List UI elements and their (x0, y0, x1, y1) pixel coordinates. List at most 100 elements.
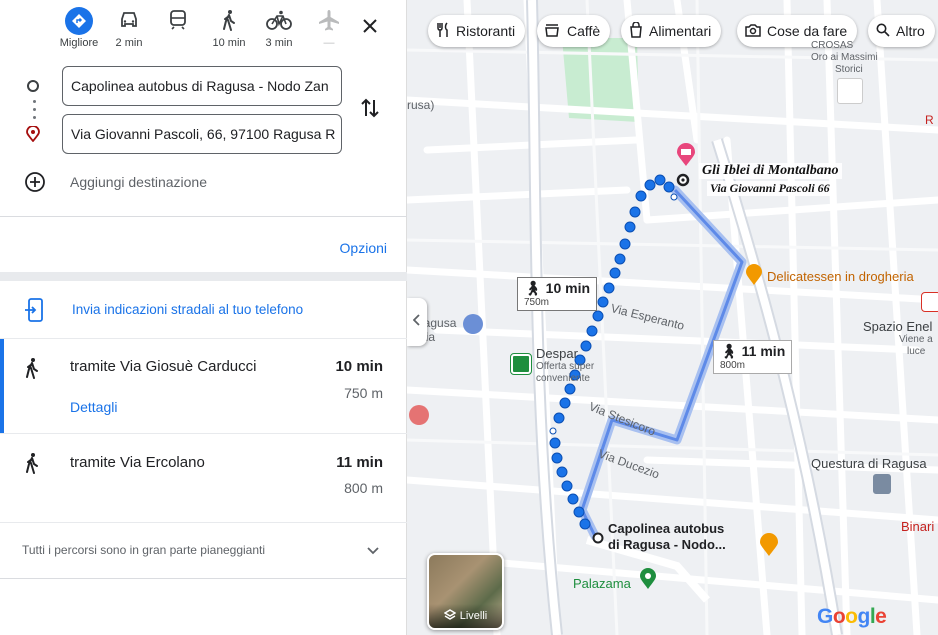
options-link[interactable]: Opzioni (340, 240, 387, 256)
mode-car-label: 2 min (115, 37, 143, 49)
poi-despar: Despar (536, 346, 578, 361)
food-pin-icon[interactable] (745, 264, 763, 286)
walk-route-bubble-1[interactable]: 🚶︎ 10 min 750m (517, 277, 598, 311)
mode-walk-label: 10 min (212, 37, 246, 49)
chip-label: Alimentari (649, 23, 712, 39)
grocery-bag-icon (629, 20, 643, 41)
walk-icon (24, 452, 44, 474)
poi-despar-sub1: Offerta super (536, 361, 595, 372)
place-pin-icon[interactable] (639, 568, 657, 590)
chip-label: Caffè (567, 23, 601, 39)
bubble-time: 11 min (741, 343, 786, 359)
destination-pin-icon (26, 125, 40, 147)
restaurant-pin-icon[interactable] (409, 405, 429, 425)
route-option-1[interactable]: tramite Via Giosuè Carducci 10 min 750 m… (0, 339, 407, 434)
chip-groceries[interactable]: Alimentari (621, 15, 722, 47)
bubble-distance: 800m (720, 360, 746, 371)
search-icon (876, 23, 890, 40)
car-icon (119, 11, 139, 32)
poi-despar-sub2: conveniente (536, 373, 590, 384)
mode-car[interactable]: 2 min (109, 6, 149, 50)
route-time: 10 min (335, 358, 383, 375)
poi-oro-3: Storici (835, 64, 863, 75)
chip-cafes[interactable]: Caffè (537, 15, 611, 47)
mode-flight[interactable]: — (309, 6, 349, 50)
poi-delicatessen: Delicatessen in drogheria (767, 269, 914, 284)
poi-rusa: rusa) (407, 98, 435, 112)
route-title: tramite Via Ercolano (70, 454, 205, 471)
details-link[interactable]: Dettagli (70, 399, 117, 415)
destination-input[interactable]: Via Giovanni Pascoli, 66, 97100 Ragusa R (62, 114, 342, 154)
enel-logo-icon (921, 292, 938, 312)
fork-knife-icon (436, 21, 450, 41)
chevron-down-icon[interactable] (366, 543, 380, 561)
layers-button[interactable]: Livelli (427, 553, 504, 630)
plane-icon (318, 9, 340, 34)
route-option-2[interactable]: tramite Via Ercolano 11 min 800 m (0, 434, 407, 523)
origin-label-2: di Ragusa - Nodo... (608, 537, 726, 552)
shopping-bag-icon[interactable] (463, 314, 483, 334)
layers-label: Livelli (459, 610, 488, 622)
mode-bike-label: 3 min (265, 37, 293, 49)
poi-oro-2: Oro ai Massimi (811, 52, 878, 63)
police-icon[interactable] (873, 474, 891, 494)
mode-transit[interactable] (158, 6, 198, 36)
walk-icon: 🚶︎ (524, 280, 542, 296)
origin-label-1: Capolinea autobus (608, 521, 725, 536)
mode-best-label: Migliore (59, 37, 99, 49)
bubble-time: 10 min (545, 280, 591, 296)
directions-panel: Migliore 2 min 10 min 3 min — Capolinea … (0, 0, 407, 635)
chip-label: Altro (896, 23, 925, 39)
walk-icon (24, 357, 44, 379)
mode-flight-label: — (323, 37, 335, 49)
poi-palazama: Palazama (573, 576, 631, 591)
origin-marker (592, 532, 604, 544)
collapse-panel-button[interactable] (407, 298, 427, 346)
walk-route-bubble-2[interactable]: 🚶︎ 11 min 800m (713, 340, 793, 374)
add-destination-icon[interactable] (24, 171, 46, 198)
send-to-phone-link[interactable]: Invia indicazioni stradali al tuo telefo… (72, 302, 303, 317)
add-destination-label[interactable]: Aggiungi destinazione (70, 174, 207, 190)
poi-spazio-sub2: luce (907, 346, 926, 357)
mode-bike[interactable]: 3 min (259, 6, 299, 50)
phone-send-icon (24, 298, 44, 327)
swap-icon[interactable] (360, 96, 380, 125)
destination-subtitle: Via Giovanni Pascoli 66 (707, 181, 833, 196)
poi-spazio-sub1: Viene a (899, 334, 933, 345)
route-distance: 750 m (344, 385, 383, 401)
camera-icon (745, 23, 761, 40)
train-icon (169, 9, 187, 33)
bar-pin-icon[interactable] (759, 533, 779, 557)
poi-questura: Questura di Ragusa (811, 456, 927, 471)
footer-note: Tutti i percorsi sono in gran parte pian… (22, 543, 266, 557)
diamond-route-icon (65, 7, 93, 35)
mode-walk[interactable]: 10 min (209, 6, 249, 50)
walk-icon: 🚶︎ (720, 343, 738, 359)
hotel-pin-icon[interactable] (676, 143, 696, 167)
poi-spazio: Spazio Enel (863, 319, 933, 334)
close-icon[interactable] (358, 14, 382, 38)
origin-circle-icon (27, 80, 39, 92)
chip-restaurants[interactable]: Ristoranti (428, 15, 526, 47)
selected-indicator (0, 339, 4, 433)
supermarket-icon[interactable] (510, 353, 532, 375)
travel-modes: Migliore 2 min 10 min 3 min — (0, 6, 407, 54)
chip-more[interactable]: Altro (868, 15, 935, 47)
chip-label: Cose da fare (767, 23, 848, 39)
destination-title: Gli Iblei di Montalbano (699, 163, 842, 179)
poi-binari: Binari (901, 519, 935, 534)
shop-logo-icon (837, 78, 863, 104)
google-logo: Google (817, 605, 887, 628)
map-canvas[interactable]: Ristoranti Caffè Alimentari Cose da fare… (407, 0, 938, 635)
walk-icon (221, 9, 237, 34)
poi-r-edge: R (925, 113, 934, 127)
poi-oro-1: CROSAS (811, 40, 854, 51)
route-title: tramite Via Giosuè Carducci (70, 358, 257, 375)
route-distance: 800 m (344, 480, 383, 496)
origin-input[interactable]: Capolinea autobus di Ragusa - Nodo Zan (62, 66, 342, 106)
layers-icon (443, 608, 457, 624)
mode-best[interactable]: Migliore (59, 6, 99, 50)
bubble-distance: 750m (524, 297, 550, 308)
bike-icon (266, 10, 292, 33)
coffee-icon (545, 23, 561, 40)
